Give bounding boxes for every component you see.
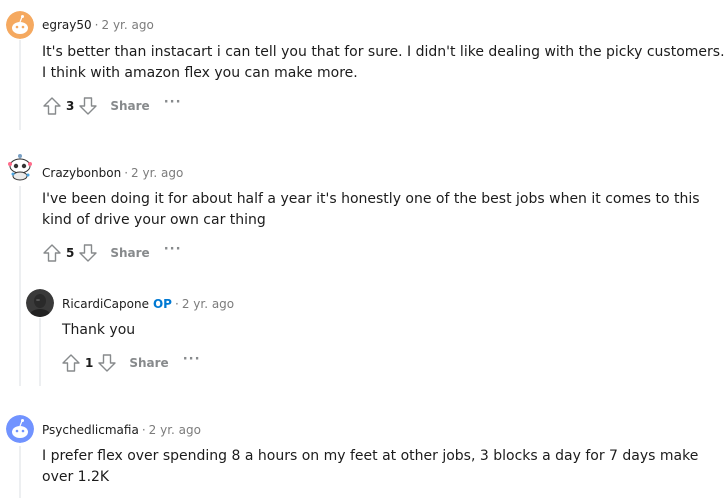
more-options-icon[interactable]: ··· xyxy=(164,243,182,256)
vote-score: 5 xyxy=(66,246,75,260)
comment-text-line: I think with amazon flex you can make mo… xyxy=(42,65,358,81)
vote-score: 1 xyxy=(85,356,94,370)
meta-separator: · xyxy=(141,423,146,437)
share-button[interactable]: Share xyxy=(110,246,149,260)
vote-score: 3 xyxy=(66,99,75,113)
snoo-avatar-icon xyxy=(8,154,32,181)
comment-actions: 3 Share ··· xyxy=(40,94,182,118)
upvote-button[interactable] xyxy=(40,94,64,118)
comment-body: Thank you xyxy=(62,320,135,341)
comment-meta: RicardiCapone OP · 2 yr. ago xyxy=(62,296,234,312)
meta-separator: · xyxy=(124,166,129,180)
downvote-button[interactable] xyxy=(95,351,119,375)
avatar[interactable] xyxy=(6,415,34,443)
upvote-arrow-icon xyxy=(43,244,61,262)
snoo-avatar-icon xyxy=(6,11,34,39)
avatar[interactable] xyxy=(4,150,36,182)
comment-body: It's better than instacart i can tell yo… xyxy=(42,42,725,84)
comment-text-line: I've been doing it for about half a year… xyxy=(42,191,700,207)
upvote-button[interactable] xyxy=(59,351,83,375)
user-photo-icon xyxy=(26,289,54,317)
upvote-button[interactable] xyxy=(40,241,64,265)
timestamp[interactable]: 2 yr. ago xyxy=(149,423,201,437)
username[interactable]: Crazybonbon xyxy=(42,166,121,180)
meta-separator: · xyxy=(94,18,99,32)
meta-separator: · xyxy=(174,297,179,311)
comment-actions: 1 Share ··· xyxy=(59,351,201,375)
username[interactable]: RicardiCapone xyxy=(62,297,149,311)
op-badge: OP xyxy=(152,297,172,311)
comment-text-line: I prefer flex over spending 8 a hours on… xyxy=(42,448,699,464)
comment-text-line: kind of drive your own car thing xyxy=(42,212,266,228)
downvote-arrow-icon xyxy=(79,97,98,115)
share-button[interactable]: Share xyxy=(129,356,168,370)
comment-meta: Crazybonbon · 2 yr. ago xyxy=(42,165,183,181)
downvote-arrow-icon xyxy=(98,354,117,372)
thread-line-2[interactable] xyxy=(19,186,21,386)
downvote-button[interactable] xyxy=(76,241,100,265)
username[interactable]: egray50 xyxy=(42,18,92,32)
timestamp[interactable]: 2 yr. ago xyxy=(102,18,154,32)
avatar[interactable] xyxy=(26,289,54,317)
comment-text-line: over 1.2K xyxy=(42,469,110,485)
comment-meta: egray50 · 2 yr. ago xyxy=(42,17,154,33)
share-button[interactable]: Share xyxy=(110,99,149,113)
upvote-arrow-icon xyxy=(62,354,80,372)
upvote-arrow-icon xyxy=(43,97,61,115)
more-options-icon[interactable]: ··· xyxy=(164,96,182,109)
more-options-icon[interactable]: ··· xyxy=(183,353,201,366)
comment-text-line: It's better than instacart i can tell yo… xyxy=(42,44,725,60)
downvote-arrow-icon xyxy=(79,244,98,262)
comment-meta: Psychedlicmafia · 2 yr. ago xyxy=(42,422,201,438)
comment-actions: 5 Share ··· xyxy=(40,241,182,265)
downvote-button[interactable] xyxy=(76,94,100,118)
thread-line-4[interactable] xyxy=(19,446,21,498)
thread-line-1[interactable] xyxy=(19,40,21,130)
thread-line-3[interactable] xyxy=(39,318,41,386)
timestamp[interactable]: 2 yr. ago xyxy=(182,297,234,311)
timestamp[interactable]: 2 yr. ago xyxy=(131,166,183,180)
username[interactable]: Psychedlicmafia xyxy=(42,423,139,437)
avatar[interactable] xyxy=(6,11,34,39)
comment-text-line: Thank you xyxy=(62,322,136,338)
snoo-avatar-icon xyxy=(6,415,34,443)
comment-body: I prefer flex over spending 8 a hours on… xyxy=(42,446,698,488)
comment-body: I've been doing it for about half a year… xyxy=(42,189,700,231)
